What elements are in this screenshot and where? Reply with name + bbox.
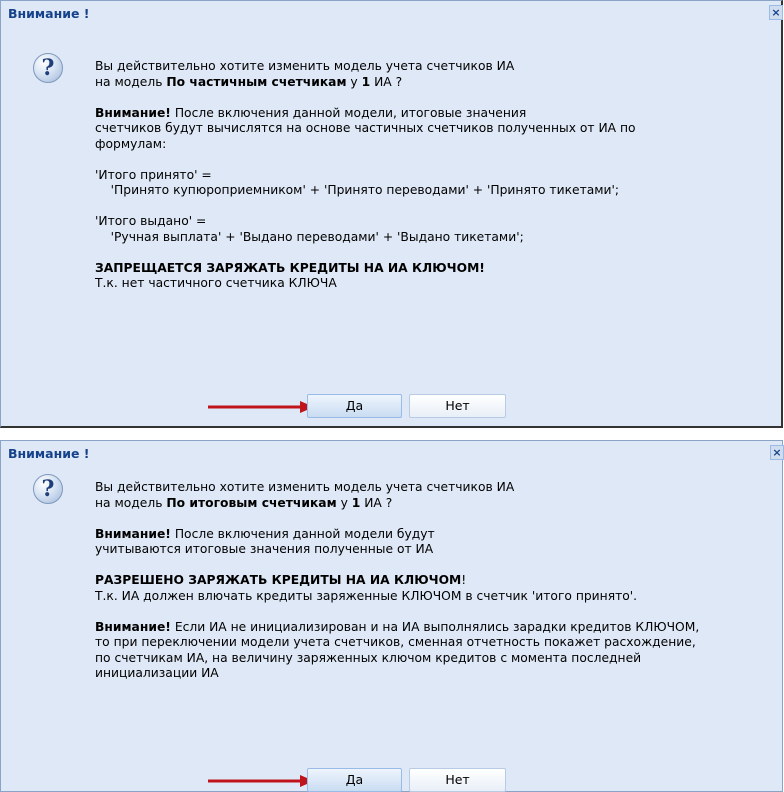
allow-text: РАЗРЕШЕНО ЗАРЯЖАТЬ КРЕДИТЫ НА ИА КЛЮЧОМ!… — [95, 573, 776, 604]
question-text: Вы действительно хотите изменить модель … — [95, 59, 775, 90]
prohibit-heading: ЗАПРЕЩАЕТСЯ ЗАРЯЖАТЬ КРЕДИТЫ НА ИА КЛЮЧО… — [95, 260, 485, 275]
dialog-message: Вы действительно хотите изменить модель … — [95, 59, 775, 307]
close-icon[interactable]: × — [769, 5, 783, 20]
question-line2-post: ИА ? — [370, 74, 403, 89]
question-line2-mid: у — [336, 495, 352, 510]
question-line2-mid: у — [346, 74, 362, 89]
confirm-dialog-total-counters: Внимание ! × ? Вы действительно хотите и… — [0, 440, 784, 792]
formula-accepted: 'Итого принято' = 'Принято купюроприемни… — [95, 167, 620, 198]
question-line2-pre: на модель — [95, 495, 167, 510]
warning-label: Внимание! — [95, 526, 171, 541]
no-button[interactable]: Нет — [409, 394, 506, 418]
question-line2-pre: на модель — [95, 74, 167, 89]
allow-reason: Т.к. ИА должен влючать кредиты заряженны… — [95, 588, 638, 603]
dialog-titlebar[interactable]: Внимание ! × — [1, 441, 784, 467]
warning-body: После включения данной модели, итоговые … — [95, 105, 636, 151]
question-line2-post: ИА ? — [360, 495, 393, 510]
confirm-dialog-partial-counters: Внимание ! × ? Вы действительно хотите и… — [0, 0, 783, 428]
model-name: По частичным счетчикам — [166, 74, 347, 89]
allow-heading: РАЗРЕШЕНО ЗАРЯЖАТЬ КРЕДИТЫ НА ИА КЛЮЧОМ — [95, 573, 462, 587]
warning-text: Внимание! После включения данной модели,… — [95, 106, 775, 153]
yes-button[interactable]: Да — [307, 768, 402, 792]
warning2-label: Внимание! — [95, 619, 171, 634]
no-button[interactable]: Нет — [409, 768, 506, 792]
question-line1: Вы действительно хотите изменить модель … — [95, 59, 515, 73]
warning-label: Внимание! — [95, 105, 171, 120]
prohibit-reason: Т.к. нет частичного счетчика КЛЮЧА — [95, 276, 337, 290]
allow-exclamation: ! — [461, 573, 467, 587]
red-arrow-annotation — [208, 401, 314, 413]
dialog-titlebar[interactable]: Внимание ! × — [1, 1, 783, 27]
dialog-title: Внимание ! — [8, 6, 90, 21]
formula-issued: 'Итого выдано' = 'Ручная выплата' + 'Выд… — [95, 214, 524, 244]
close-icon[interactable]: × — [770, 445, 784, 460]
model-name: По итоговым счетчикам — [166, 495, 337, 510]
red-arrow-annotation — [208, 775, 314, 787]
question-line1: Вы действительно хотите изменить модель … — [95, 480, 515, 494]
prohibit-text: ЗАПРЕЩАЕТСЯ ЗАРЯЖАТЬ КРЕДИТЫ НА ИА КЛЮЧО… — [95, 261, 775, 292]
question-text: Вы действительно хотите изменить модель … — [95, 480, 776, 511]
device-count: 1 — [361, 74, 371, 89]
warning2-text: Внимание! Если ИА не инициализирован и н… — [95, 620, 776, 682]
dialog-message: Вы действительно хотите изменить модель … — [95, 480, 776, 697]
question-icon: ? — [33, 474, 63, 504]
yes-button[interactable]: Да — [307, 394, 402, 418]
warning-text: Внимание! После включения данной модели … — [95, 527, 776, 558]
question-icon: ? — [33, 53, 63, 83]
dialog-title: Внимание ! — [8, 446, 90, 461]
warning2-body: Если ИА не инициализирован и на ИА выпол… — [95, 619, 700, 681]
